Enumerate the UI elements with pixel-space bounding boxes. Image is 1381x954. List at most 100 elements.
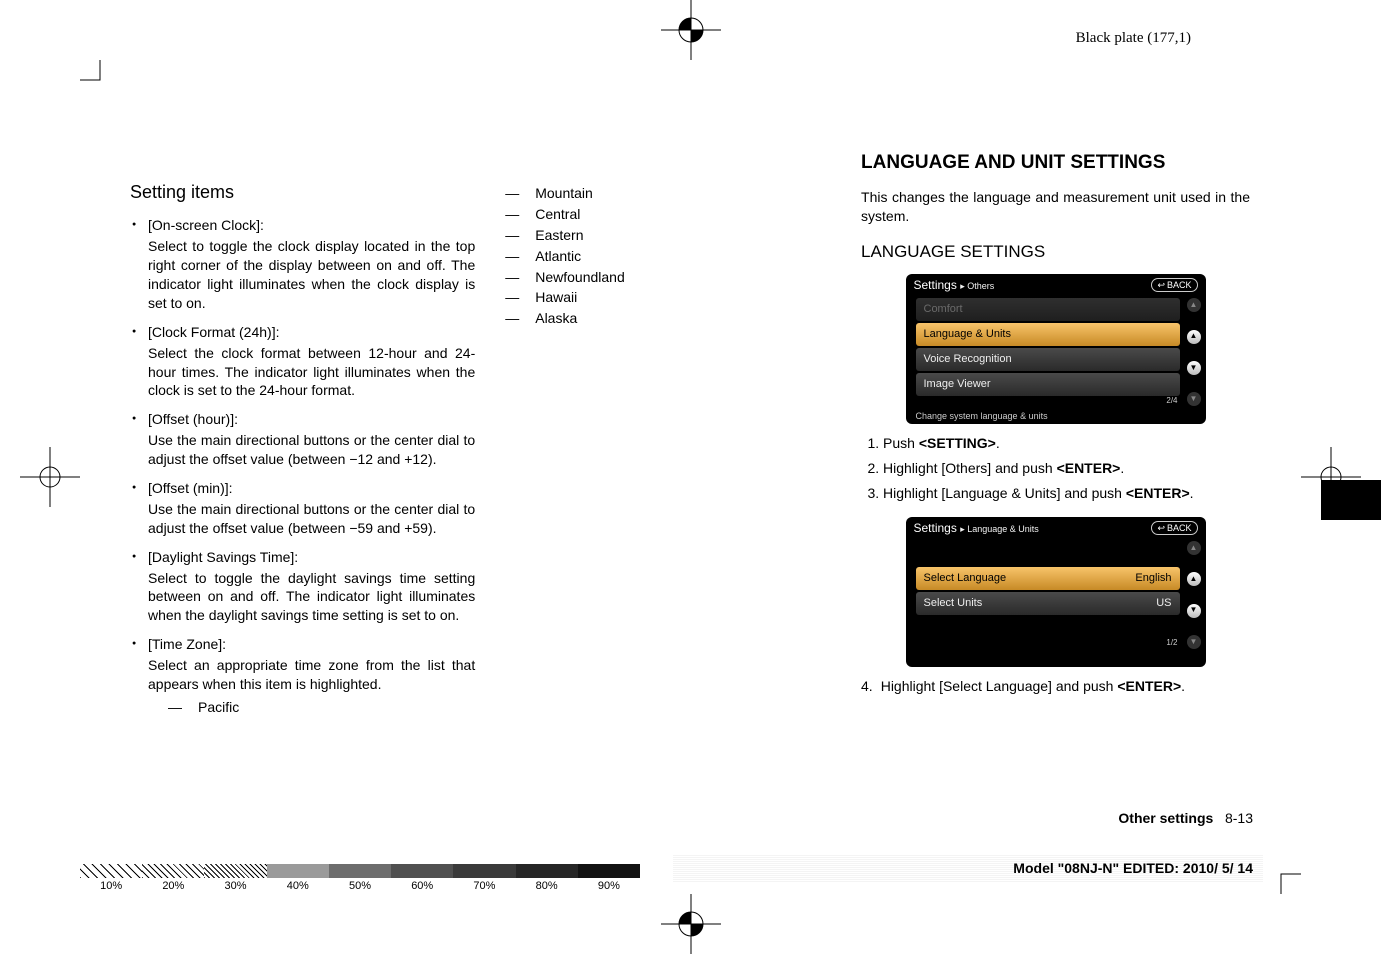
item-title: [Offset (min)]: xyxy=(148,479,475,498)
page-content: Setting items [On-screen Clock]: Select … xyxy=(130,150,1250,727)
registration-mark-left xyxy=(20,447,80,507)
crosshair-icon xyxy=(661,894,721,954)
scroll-down-active-icon[interactable]: ▼ xyxy=(1187,604,1201,618)
title-main: Settings xyxy=(914,278,957,292)
step-item: Push <SETTING>. xyxy=(883,434,1250,453)
screenshot-footer: Change system language & units xyxy=(916,410,1048,422)
row-label: Voice Recognition xyxy=(924,352,1012,367)
step-number: 4. xyxy=(861,677,873,696)
step-item: Highlight [Select Language] and push <EN… xyxy=(881,677,1185,696)
registration-mark-bottom xyxy=(661,894,721,954)
percent-label: 10% xyxy=(80,880,142,892)
edge-marker xyxy=(1321,480,1381,520)
title-main: Settings xyxy=(914,521,957,535)
item-desc: Select the clock format between 12-hour … xyxy=(148,344,475,401)
timezone-list: Mountain Central Eastern Atlantic Newfou… xyxy=(505,184,831,328)
list-item: [Offset (hour)]: Use the main directiona… xyxy=(130,410,475,469)
page-footer: Other settings 8-13 xyxy=(1118,810,1253,826)
plate-info: Black plate (177,1) xyxy=(1076,30,1191,47)
item-desc: Select to toggle the daylight savings ti… xyxy=(148,569,475,626)
column-middle: Mountain Central Eastern Atlantic Newfou… xyxy=(505,150,831,727)
list-item: [Offset (min)]: Use the main directional… xyxy=(130,479,475,538)
subsection-title: LANGUAGE SETTINGS xyxy=(861,241,1250,264)
percent-label: 70% xyxy=(453,880,515,892)
scroll-up-icon[interactable]: ▲ xyxy=(1187,541,1201,555)
list-item: [Clock Format (24h)]: Select the clock f… xyxy=(130,323,475,401)
list-item: Pacific xyxy=(168,698,475,717)
percent-label: 30% xyxy=(204,880,266,892)
menu-item-select-units[interactable]: Select Units US xyxy=(916,592,1180,615)
scroll-up-icon[interactable]: ▲ xyxy=(1187,298,1201,312)
item-title: [Time Zone]: xyxy=(148,635,475,654)
column-left: Setting items [On-screen Clock]: Select … xyxy=(130,150,475,727)
list-item: Newfoundland xyxy=(505,268,831,287)
back-label: BACK xyxy=(1167,279,1192,291)
menu-item-comfort[interactable]: Comfort xyxy=(916,298,1180,321)
print-calibration-bar: 10% 20% 30% 40% 50% 60% 70% 80% 90% xyxy=(80,864,680,894)
steps-list: Push <SETTING>. Highlight [Others] and p… xyxy=(883,434,1250,503)
percent-label: 50% xyxy=(329,880,391,892)
timezone-sublist: Pacific xyxy=(168,698,475,717)
percent-label: 80% xyxy=(516,880,578,892)
item-title: [Offset (hour)]: xyxy=(148,410,475,429)
setting-items-heading: Setting items xyxy=(130,180,475,204)
button-ref: <ENTER> xyxy=(1117,678,1181,694)
button-ref: <ENTER> xyxy=(1126,485,1190,501)
list-item: Eastern xyxy=(505,226,831,245)
page-indicator: 2/4 xyxy=(1166,396,1177,407)
back-arrow-icon: ↩ xyxy=(1157,522,1165,534)
setting-items-list: [On-screen Clock]: Select to toggle the … xyxy=(130,216,475,716)
scroll-up-active-icon[interactable]: ▲ xyxy=(1187,572,1201,586)
scroll-down-icon[interactable]: ▼ xyxy=(1187,635,1201,649)
item-title: [On-screen Clock]: xyxy=(148,216,475,235)
row-label: Image Viewer xyxy=(924,377,991,392)
percent-labels: 10% 20% 30% 40% 50% 60% 70% 80% 90% xyxy=(80,880,640,892)
back-button[interactable]: ↩ BACK xyxy=(1151,278,1197,292)
row-label: Language & Units xyxy=(924,327,1011,342)
back-arrow-icon: ↩ xyxy=(1157,279,1165,291)
button-ref: <ENTER> xyxy=(1057,460,1121,476)
scroll-down-active-icon[interactable]: ▼ xyxy=(1187,361,1201,375)
section-title: LANGUAGE AND UNIT SETTINGS xyxy=(861,150,1250,176)
model-line: Model "08NJ-N" EDITED: 2010/ 5/ 14 xyxy=(1013,860,1253,876)
percent-label: 90% xyxy=(578,880,640,892)
button-ref: <SETTING> xyxy=(919,435,996,451)
registration-mark-top xyxy=(661,0,721,60)
list-item: [On-screen Clock]: Select to toggle the … xyxy=(130,216,475,312)
screenshot-title: Settings ▸ Others xyxy=(914,277,995,293)
screenshot-title: Settings ▸ Language & Units xyxy=(914,520,1039,536)
page-indicator: 1/2 xyxy=(1166,638,1177,649)
list-item: Alaska xyxy=(505,309,831,328)
list-item: Mountain xyxy=(505,184,831,203)
menu-item-language-units[interactable]: Language & Units xyxy=(916,323,1180,346)
back-button[interactable]: ↩ BACK xyxy=(1151,521,1197,535)
row-label: Select Language xyxy=(924,571,1007,586)
item-title: [Clock Format (24h)]: xyxy=(148,323,475,342)
footer-section: Other settings xyxy=(1118,810,1213,826)
scroll-up-active-icon[interactable]: ▲ xyxy=(1187,330,1201,344)
step-item: Highlight [Language & Units] and push <E… xyxy=(883,484,1250,503)
percent-label: 60% xyxy=(391,880,453,892)
crosshair-icon xyxy=(20,447,80,507)
settings-screenshot: Settings ▸ Others ↩ BACK Comfort Languag… xyxy=(906,274,1206,424)
crop-mark xyxy=(80,60,120,100)
column-right: LANGUAGE AND UNIT SETTINGS This changes … xyxy=(861,150,1250,727)
item-desc: Use the main directional buttons or the … xyxy=(148,500,475,538)
footer-page-number: 8-13 xyxy=(1225,810,1253,826)
menu-item-select-language[interactable]: Select Language English xyxy=(916,567,1180,590)
scroll-down-icon[interactable]: ▼ xyxy=(1187,392,1201,406)
item-title: [Daylight Savings Time]: xyxy=(148,548,475,567)
row-label: Comfort xyxy=(924,302,963,317)
back-label: BACK xyxy=(1167,522,1192,534)
menu-item-voice-recognition[interactable]: Voice Recognition xyxy=(916,348,1180,371)
item-desc: Select to toggle the clock display locat… xyxy=(148,237,475,313)
percent-label: 40% xyxy=(267,880,329,892)
section-description: This changes the language and measuremen… xyxy=(861,188,1250,226)
menu-item-image-viewer[interactable]: Image Viewer xyxy=(916,373,1180,396)
crosshair-icon xyxy=(661,0,721,60)
list-item: Central xyxy=(505,205,831,224)
breadcrumb: ▸ Language & Units xyxy=(960,524,1039,534)
list-item: Hawaii xyxy=(505,288,831,307)
list-item: Atlantic xyxy=(505,247,831,266)
language-units-screenshot: Settings ▸ Language & Units ↩ BACK Selec… xyxy=(906,517,1206,667)
